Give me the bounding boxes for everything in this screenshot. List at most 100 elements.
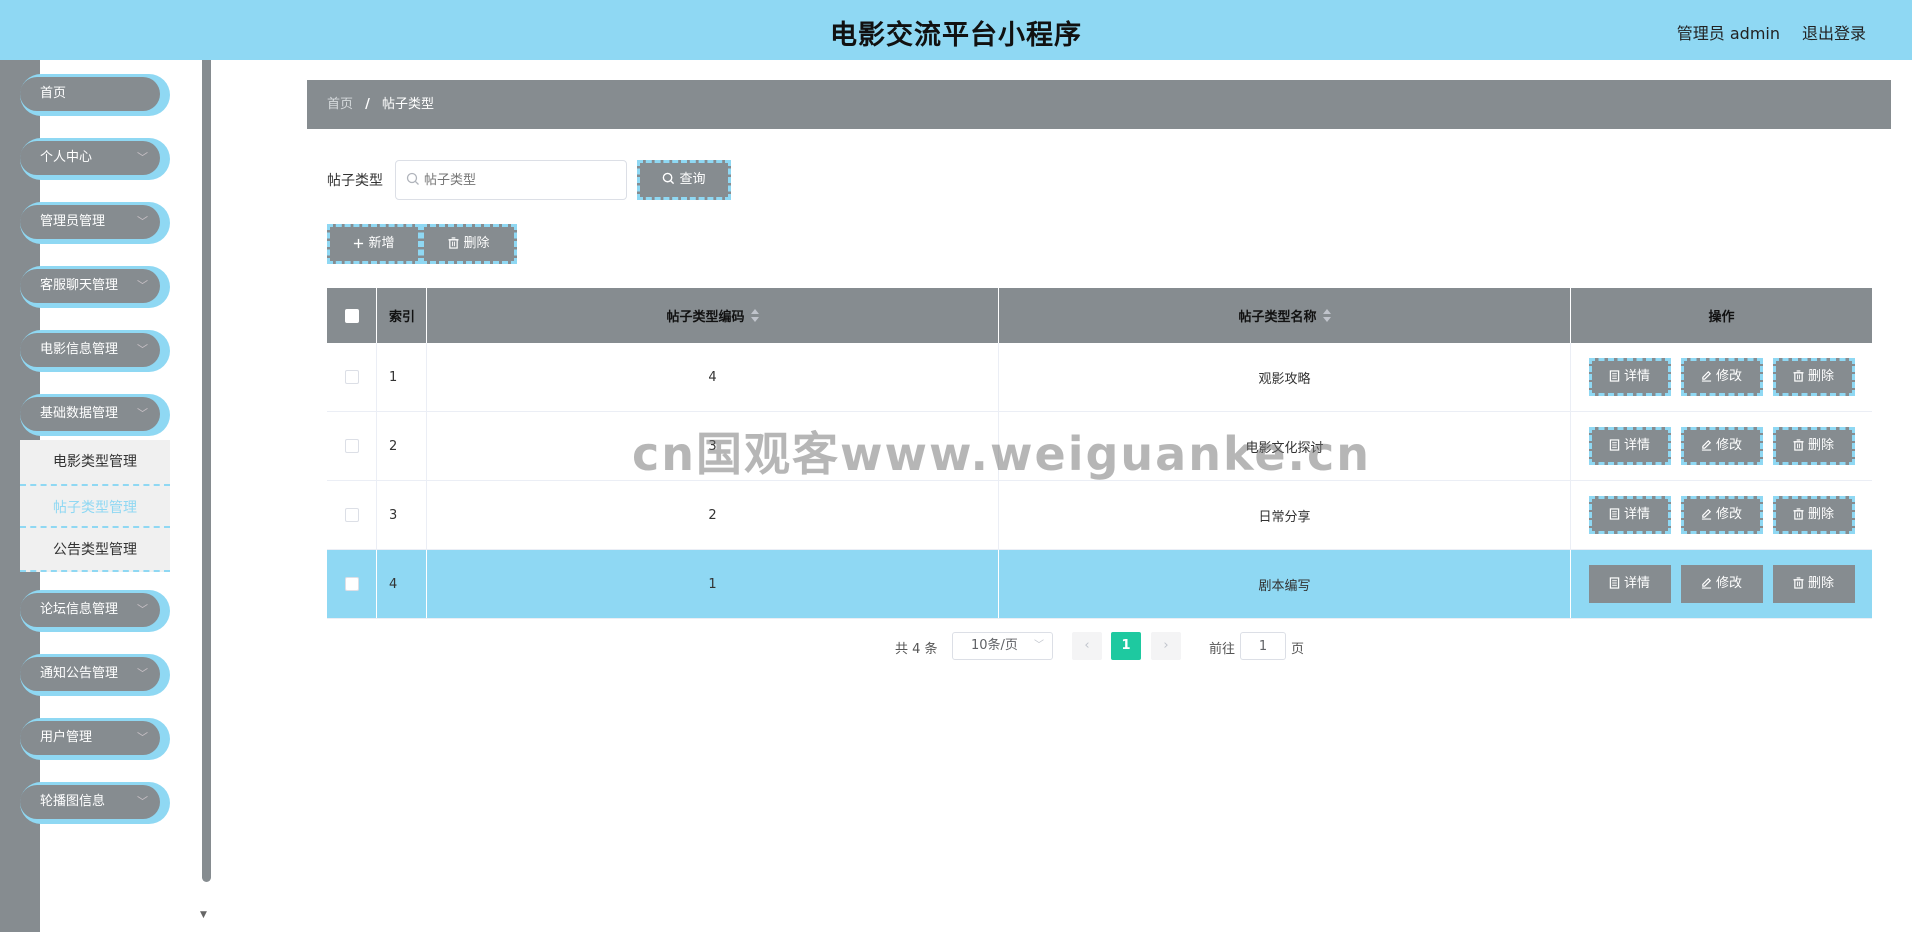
sidebar-item-label: 个人中心 xyxy=(40,150,93,165)
delete-button[interactable]: 删除 xyxy=(1772,427,1855,465)
row-select-cell xyxy=(327,550,377,618)
sidebar-item-label: 通知公告管理 xyxy=(40,666,119,681)
delete-button-label: 删除 xyxy=(1807,369,1834,384)
sidebar-item-label: 论坛信息管理 xyxy=(40,602,119,617)
select-all-cell xyxy=(327,288,377,343)
chevron-down-icon: ﹀ xyxy=(137,667,148,680)
prev-page-button[interactable]: ‹ xyxy=(1072,632,1102,660)
breadcrumb-home[interactable]: 首页 xyxy=(327,97,353,112)
chevron-down-icon: ﹀ xyxy=(137,279,148,292)
table-header: 索引 帖子类型编码 帖子类型名称 操作 xyxy=(327,288,1872,343)
sidebar-item-basic-data[interactable]: 基础数据管理 ﹀ xyxy=(20,394,170,436)
delete-button-label: 删除 xyxy=(1807,507,1834,522)
edit-icon xyxy=(1701,578,1712,589)
cell-actions: 详情 修改 删除 xyxy=(1571,412,1872,480)
chevron-down-icon: ﹀ xyxy=(137,151,148,164)
sidebar-item-profile[interactable]: 个人中心 ﹀ xyxy=(20,138,170,180)
sidebar-item-notice[interactable]: 通知公告管理 ﹀ xyxy=(20,654,170,696)
submenu-post-type[interactable]: 帖子类型管理 xyxy=(20,484,170,528)
detail-button[interactable]: 详情 xyxy=(1587,564,1672,604)
cell-actions: 详情 修改 删除 xyxy=(1571,343,1872,411)
detail-button-label: 详情 xyxy=(1623,369,1650,384)
chevron-down-icon: ﹀ xyxy=(137,343,148,356)
edit-button[interactable]: 修改 xyxy=(1680,427,1763,465)
sidebar-item-carousel[interactable]: 轮播图信息 ﹀ xyxy=(20,782,170,824)
column-header-code[interactable]: 帖子类型编码 xyxy=(427,288,999,343)
cell-code: 3 xyxy=(427,412,999,480)
delete-button[interactable]: 删除 xyxy=(1772,358,1855,396)
detail-button[interactable]: 详情 xyxy=(1588,358,1671,396)
delete-button[interactable]: 删除 xyxy=(1771,564,1856,604)
row-checkbox[interactable] xyxy=(344,577,359,591)
edit-button[interactable]: 修改 xyxy=(1680,496,1763,534)
page-number-current[interactable]: 1 xyxy=(1111,632,1141,660)
edit-button[interactable]: 修改 xyxy=(1679,564,1764,604)
sidebar-item-movies[interactable]: 电影信息管理 ﹀ xyxy=(20,330,170,372)
cell-name: 日常分享 xyxy=(999,481,1571,549)
detail-button[interactable]: 详情 xyxy=(1588,427,1671,465)
goto-page-input[interactable] xyxy=(1240,632,1286,660)
sidebar-item-label: 轮播图信息 xyxy=(40,794,106,809)
sidebar-item-admin[interactable]: 管理员管理 ﹀ xyxy=(20,202,170,244)
breadcrumb-separator: / xyxy=(365,97,370,112)
sidebar-item-home[interactable]: 首页 xyxy=(20,74,170,116)
edit-button-label: 修改 xyxy=(1715,576,1742,591)
table-row[interactable]: 3 2 日常分享 详情 修改 删除 xyxy=(327,481,1872,550)
add-button-label: 新增 xyxy=(368,236,395,251)
search-icon xyxy=(406,172,419,185)
submenu-notice-type[interactable]: 公告类型管理 xyxy=(20,528,170,572)
column-header-name[interactable]: 帖子类型名称 xyxy=(999,288,1571,343)
search-icon xyxy=(663,172,675,185)
query-button[interactable]: 查询 xyxy=(637,160,731,200)
next-page-button[interactable]: › xyxy=(1151,632,1181,660)
logout-button[interactable]: 退出登录 xyxy=(1802,20,1866,44)
detail-button-label: 详情 xyxy=(1623,576,1650,591)
add-button[interactable]: 新增 xyxy=(327,224,421,264)
detail-button-label: 详情 xyxy=(1623,438,1650,453)
submenu-movie-type[interactable]: 电影类型管理 xyxy=(20,440,170,484)
row-checkbox[interactable] xyxy=(344,508,359,522)
sidebar-item-label: 客服聊天管理 xyxy=(40,278,119,293)
document-icon xyxy=(1609,370,1620,382)
column-header-code-label: 帖子类型编码 xyxy=(666,310,745,325)
row-select-cell xyxy=(327,412,377,480)
search-input[interactable] xyxy=(424,161,624,199)
sidebar-item-forum[interactable]: 论坛信息管理 ﹀ xyxy=(20,590,170,632)
document-icon xyxy=(1609,508,1620,520)
edit-button[interactable]: 修改 xyxy=(1680,358,1763,396)
breadcrumb-current: 帖子类型 xyxy=(382,97,435,112)
sidebar-item-chat[interactable]: 客服聊天管理 ﹀ xyxy=(20,266,170,308)
cell-name: 电影文化探讨 xyxy=(999,412,1571,480)
app-title: 电影交流平台小程序 xyxy=(830,20,1082,51)
table-row[interactable]: 2 3 电影文化探讨 详情 修改 删除 xyxy=(327,412,1872,481)
table-row[interactable]: 1 4 观影攻略 详情 修改 删除 xyxy=(327,343,1872,412)
page-size-select[interactable]: 10条/页 ﹀ xyxy=(952,632,1053,660)
row-select-cell xyxy=(327,481,377,549)
row-checkbox[interactable] xyxy=(344,370,359,384)
sort-icon[interactable] xyxy=(1322,308,1331,323)
column-header-name-label: 帖子类型名称 xyxy=(1238,310,1317,325)
detail-button[interactable]: 详情 xyxy=(1588,496,1671,534)
sidebar-item-label: 用户管理 xyxy=(40,730,93,745)
sidebar-item-users[interactable]: 用户管理 ﹀ xyxy=(20,718,170,760)
sidebar-item-label: 基础数据管理 xyxy=(40,406,119,421)
column-header-actions: 操作 xyxy=(1708,310,1735,325)
batch-delete-button[interactable]: 删除 xyxy=(421,224,517,264)
search-field[interactable] xyxy=(395,160,627,200)
sort-icon[interactable] xyxy=(750,308,759,323)
row-checkbox[interactable] xyxy=(344,439,359,453)
sidebar-item-label: 管理员管理 xyxy=(40,214,106,229)
document-icon xyxy=(1609,577,1620,589)
sidebar-item-label: 首页 xyxy=(40,86,67,101)
basic-data-submenu: 电影类型管理 帖子类型管理 公告类型管理 xyxy=(20,440,170,572)
cell-actions: 详情 修改 删除 xyxy=(1571,550,1872,618)
table-row[interactable]: 4 1 剧本编写 详情 修改 删除 xyxy=(327,550,1872,619)
search-label: 帖子类型 xyxy=(327,173,383,189)
scroll-down-icon[interactable]: ▼ xyxy=(200,910,207,920)
current-user: 管理员 admin xyxy=(1676,24,1780,43)
cell-index: 1 xyxy=(377,343,427,411)
delete-button[interactable]: 删除 xyxy=(1772,496,1855,534)
sidebar-scrollbar[interactable] xyxy=(202,60,211,882)
breadcrumb: 首页 / 帖子类型 xyxy=(307,80,1891,129)
select-all-checkbox[interactable] xyxy=(344,308,359,323)
